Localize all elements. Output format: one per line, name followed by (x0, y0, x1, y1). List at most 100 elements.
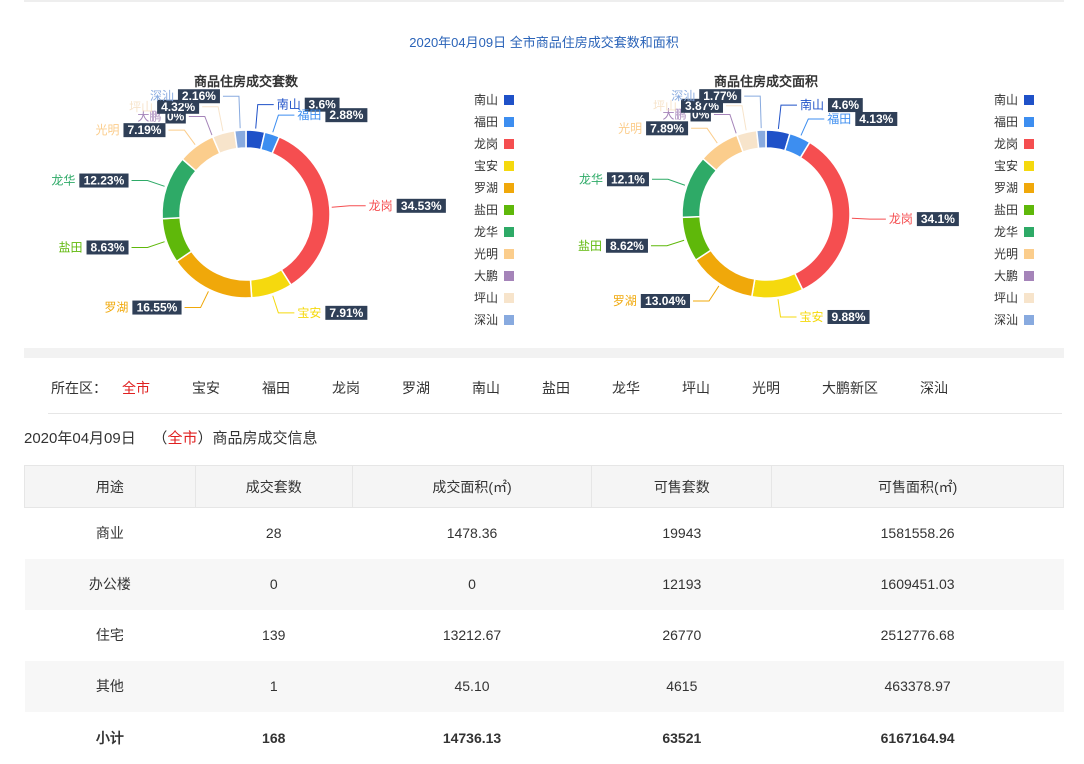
district-tab-longhua[interactable]: 龙华 (612, 378, 640, 398)
district-tab-futian[interactable]: 福田 (262, 378, 290, 398)
header-available-area: 可售面积(㎡) (771, 465, 1064, 508)
district-tab-longgang[interactable]: 龙岗 (332, 378, 360, 398)
cell-available-area: 2512776.68 (880, 627, 955, 643)
label-line (726, 105, 747, 131)
slice-name-label: 龙岗 (369, 199, 393, 213)
slice-value-label: 1.77% (703, 89, 737, 103)
label-line (693, 285, 720, 302)
cell-available-units: 12193 (591, 558, 772, 610)
slice-value-label: 4.6% (832, 98, 860, 112)
donut-slice-longhua (161, 158, 198, 220)
cell-usage: 商业 (95, 525, 124, 542)
district-tab-yantian[interactable]: 盐田 (542, 378, 570, 398)
slice-value-label: 34.1% (921, 212, 955, 226)
header-deal-units: 成交套数 (194, 465, 353, 508)
donut-chart-title: 商品住房成交面积 (714, 74, 818, 89)
legend-swatch-baoan (504, 161, 514, 171)
legend-label-luohu: 罗湖 (994, 180, 1018, 195)
slice-name-label: 罗湖 (104, 300, 128, 315)
label-line (777, 299, 797, 318)
slice-value-label: 13.04% (645, 294, 686, 308)
cell-deal-area: 1478.36 (446, 525, 498, 542)
label-line (691, 127, 718, 144)
district-filter-bar: 所在区： 全市 宝安 福田 龙岗 罗湖 南山 盐田 龙华 坪山 光明 大鹏新区 … (48, 364, 1062, 414)
slice-value-label: 8.62% (610, 239, 644, 253)
label-line (650, 239, 685, 247)
legend-label-baoan: 宝安 (994, 158, 1018, 173)
legend-swatch-pingshan (504, 293, 514, 303)
cell-deal-area: 13212.67 (442, 627, 502, 643)
legend-label-dapeng: 大鹏 (474, 269, 498, 283)
district-tab-pingshan[interactable]: 坪山 (682, 378, 710, 398)
legend-label-futian: 福田 (474, 114, 498, 129)
legend-label-guangming: 光明 (474, 247, 498, 261)
legend-swatch-shenshan (504, 315, 514, 325)
donut-slice-luohu (175, 250, 253, 299)
slice-value-label: 7.19% (127, 123, 161, 137)
legend-label-pingshan: 坪山 (994, 291, 1018, 305)
table-row: 其他 1 45.10 4615 463378.97 (24, 660, 1064, 712)
cell-available-area: 1609451.03 (771, 558, 1064, 610)
legend-swatch-guangming (1024, 249, 1034, 259)
slice-value-label: 7.89% (650, 121, 684, 135)
label-line (131, 241, 165, 248)
cell-deal-units: 139 (262, 627, 286, 643)
district-tab-luohu[interactable]: 罗湖 (402, 378, 430, 398)
donut-charts: 商品住房成交套数南山 3.6%福田 2.88%龙岗 34.53%宝安 7.91%罗湖 16… (51, 74, 1034, 327)
district-tab-shenshan[interactable]: 深汕 (920, 378, 948, 398)
transaction-info-heading: 2020年04月09日 （全市）商品房成交信息 (24, 427, 317, 448)
table-row: 住宅 139 13212.67 26770 2512776.68 (25, 610, 1064, 661)
slice-value-label: 8.63% (91, 240, 125, 254)
slice-name-label: 盐田 (578, 239, 602, 253)
label-line (777, 104, 797, 129)
cell-usage: 其他 (24, 660, 196, 712)
table-row: 商业 28 1478.36 19943 1581558.26 (25, 508, 1064, 559)
legend-swatch-dapeng (504, 271, 514, 281)
legend-swatch-futian (504, 117, 514, 127)
district-tab-baoan[interactable]: 宝安 (192, 378, 220, 398)
donut-chart-1: 商品住房成交套数南山 3.6%福田 2.88%龙岗 34.53%宝安 7.91%罗湖 16… (51, 74, 514, 327)
cell-available-units: 19943 (662, 525, 702, 542)
donut-slice-shenshan (233, 129, 247, 150)
legend-label-longgang: 龙岗 (994, 137, 1018, 151)
legend-label-nanshan: 南山 (994, 92, 1018, 107)
donut-slice-luohu (694, 249, 756, 298)
donut-slice-longgang (271, 135, 331, 286)
label-line (222, 95, 241, 129)
district-tab-guangming[interactable]: 光明 (752, 378, 780, 398)
legend-swatch-guangming (504, 249, 514, 259)
label-line (713, 113, 737, 134)
legend-label-longhua: 龙华 (994, 225, 1018, 239)
legend-swatch-luohu (504, 183, 514, 193)
slice-value-label: 34.53% (401, 199, 442, 213)
legend-swatch-pingshan (1024, 293, 1034, 303)
legend-label-baoan: 宝安 (474, 158, 498, 173)
donut-slice-baoan (750, 272, 804, 299)
slice-value-label: 7.91% (329, 306, 363, 320)
legend-swatch-longhua (1024, 227, 1034, 237)
cell-deal-area: 0 (352, 558, 592, 610)
cell-deal-units: 28 (265, 525, 282, 542)
slice-name-label: 盐田 (59, 240, 83, 254)
slice-value-label: 2.16% (182, 89, 216, 103)
legend-label-yantian: 盐田 (994, 203, 1018, 217)
slice-name-label: 龙岗 (889, 212, 913, 226)
donut-slice-yantian (161, 216, 193, 263)
slice-name-label: 宝安 (297, 305, 321, 320)
slice-value-label: 12.1% (611, 172, 645, 186)
slice-name-label: 深汕 (671, 89, 695, 103)
section-divider (24, 348, 1064, 358)
district-tab-all[interactable]: 全市 (122, 378, 150, 398)
donut-chart-title: 商品住房成交套数 (194, 74, 299, 89)
legend-label-longgang: 龙岗 (474, 137, 498, 151)
legend-swatch-longhua (504, 227, 514, 237)
info-district: 全市 (167, 430, 198, 447)
district-filter-label: 所在区： (51, 380, 107, 396)
slice-name-label: 光明 (95, 123, 119, 137)
district-tab-dapeng[interactable]: 大鹏新区 (822, 378, 878, 398)
slice-value-label: 9.88% (832, 310, 866, 324)
district-tab-nanshan[interactable]: 南山 (472, 378, 500, 398)
donut-chart-2: 商品住房成交面积南山 4.6%福田 4.13%龙岗 34.1%宝安 9.88%罗湖 13.… (578, 74, 1034, 327)
cell-available-units: 4615 (591, 660, 772, 712)
legend-label-pingshan: 坪山 (474, 291, 498, 305)
